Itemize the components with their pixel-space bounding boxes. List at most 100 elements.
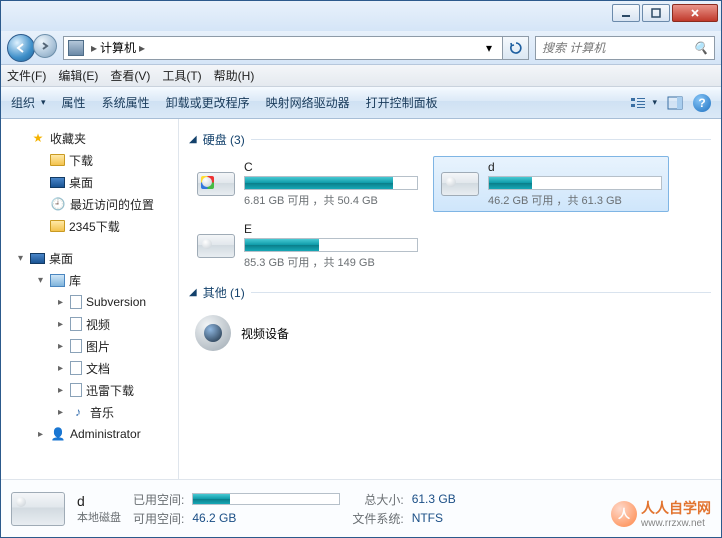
menu-edit[interactable]: 编辑(E) [58, 67, 98, 84]
filesystem-value: NTFS [412, 511, 456, 525]
help-button[interactable]: ? [693, 94, 711, 112]
minimize-button[interactable] [612, 4, 640, 22]
sidebar-item-label: 2345下载 [69, 218, 120, 235]
other-device[interactable]: 视频设备 [189, 309, 409, 357]
close-button[interactable] [672, 4, 718, 22]
menu-view[interactable]: 查看(V) [110, 67, 150, 84]
drive-info: 6.81 GB 可用 ，共 50.4 GB [244, 192, 418, 208]
address-bar[interactable]: ▸ 计算机 ▸ ▾ [63, 36, 503, 60]
sidebar-item[interactable]: ▸文档 [1, 357, 178, 379]
sidebar-item-label: 下载 [69, 152, 93, 169]
drive-label: C [244, 160, 418, 174]
folder-icon [50, 154, 65, 166]
doc-icon [70, 361, 82, 375]
system-properties-button[interactable]: 系统属性 [102, 94, 150, 111]
uninstall-button[interactable]: 卸载或更改程序 [166, 94, 250, 111]
sidebar-item[interactable]: ▸♪音乐 [1, 401, 178, 423]
menu-file[interactable]: 文件(F) [7, 67, 46, 84]
back-button[interactable] [7, 34, 35, 62]
organize-button[interactable]: 组织 [11, 94, 46, 111]
navigation-pane[interactable]: ★收藏夹 下载桌面🕘最近访问的位置2345下载 ▾桌面 ▾库 ▸Subversi… [1, 119, 179, 479]
sidebar-item[interactable]: 🕘最近访问的位置 [1, 193, 178, 215]
forward-button[interactable] [33, 34, 57, 58]
drive-info: 85.3 GB 可用 ，共 149 GB [244, 254, 418, 270]
recent-icon: 🕘 [50, 196, 66, 212]
sidebar-item-label: Subversion [86, 295, 146, 309]
sidebar-item[interactable]: 桌面 [1, 171, 178, 193]
hdd-icon [196, 226, 236, 266]
webcam-icon [195, 315, 231, 351]
maximize-button[interactable] [642, 4, 670, 22]
sidebar-item[interactable]: ▸视频 [1, 313, 178, 335]
user-icon: 👤 [50, 426, 66, 442]
breadcrumb-root[interactable]: 计算机 [100, 39, 136, 56]
free-space-label: 可用空间: [133, 510, 184, 527]
properties-button[interactable]: 属性 [62, 94, 86, 111]
free-space-value: 46.2 GB [192, 511, 340, 525]
doc-icon [70, 383, 82, 397]
drive-item[interactable]: E 85.3 GB 可用 ，共 149 GB [189, 218, 425, 274]
preview-pane-button[interactable] [667, 96, 683, 110]
view-mode-button[interactable] [630, 96, 657, 110]
other-device-label: 视频设备 [241, 325, 289, 342]
filesystem-label: 文件系统: [352, 510, 403, 527]
search-input[interactable]: 搜索 计算机 🔍 [535, 36, 715, 60]
nav-bar: ▸ 计算机 ▸ ▾ 搜索 计算机 🔍 [1, 31, 721, 65]
details-name: d [77, 493, 121, 509]
drive-label: E [244, 222, 418, 236]
sidebar-item[interactable]: 2345下载 [1, 215, 178, 237]
libraries-node[interactable]: ▾库 [1, 269, 178, 291]
group-hdd[interactable]: ◢ 硬盘 (3) [189, 131, 711, 148]
sidebar-item[interactable]: 下载 [1, 149, 178, 171]
administrator-node[interactable]: ▸👤Administrator [1, 423, 178, 445]
used-space-bar [192, 493, 340, 505]
menu-help[interactable]: 帮助(H) [214, 67, 255, 84]
watermark-text: 人人自学网 [641, 500, 711, 516]
computer-icon [68, 40, 84, 56]
group-other[interactable]: ◢ 其他 (1) [189, 284, 711, 301]
map-drive-button[interactable]: 映射网络驱动器 [266, 94, 350, 111]
content-pane[interactable]: ◢ 硬盘 (3) C 6.81 GB 可用 ，共 50.4 GB d46.2 GB … [179, 119, 721, 479]
breadcrumb-sep-icon: ▸ [91, 41, 97, 55]
address-wrap: ▸ 计算机 ▸ ▾ [63, 36, 529, 60]
hdd-icon [196, 164, 236, 204]
sidebar-item-label: 最近访问的位置 [70, 196, 154, 213]
control-panel-button[interactable]: 打开控制面板 [366, 94, 438, 111]
favorites-node[interactable]: ★收藏夹 [1, 127, 178, 149]
refresh-button[interactable] [503, 36, 529, 60]
collapse-icon: ◢ [189, 134, 197, 145]
group-title: 其他 (1) [203, 284, 245, 301]
window-buttons [610, 4, 718, 22]
search-icon: 🔍 [693, 41, 708, 55]
body: ★收藏夹 下载桌面🕘最近访问的位置2345下载 ▾桌面 ▾库 ▸Subversi… [1, 119, 721, 479]
total-size-value: 61.3 GB [412, 492, 456, 506]
details-grid-2: 总大小: 61.3 GB 文件系统: NTFS [352, 491, 455, 527]
watermark-logo-icon: 人 [611, 501, 637, 527]
hdd-icon [440, 164, 480, 204]
menu-tools[interactable]: 工具(T) [162, 67, 201, 84]
sidebar-item-label: 桌面 [69, 174, 93, 191]
drive-list: C 6.81 GB 可用 ，共 50.4 GB d46.2 GB 可用 ，共 61.… [189, 156, 711, 274]
total-size-label: 总大小: [352, 491, 403, 508]
sidebar-item[interactable]: ▸图片 [1, 335, 178, 357]
drive-item[interactable]: d46.2 GB 可用 ，共 61.3 GB [433, 156, 669, 212]
nav-buttons [7, 34, 57, 62]
group-title: 硬盘 (3) [203, 131, 245, 148]
sidebar-item-label: 音乐 [90, 404, 114, 421]
monitor-icon [30, 253, 45, 264]
used-space-label: 已用空间: [133, 491, 184, 508]
title-bar [1, 1, 721, 31]
selected-drive-icon [11, 492, 65, 526]
command-bar: 组织 属性 系统属性 卸载或更改程序 映射网络驱动器 打开控制面板 ? [1, 87, 721, 119]
menu-bar: 文件(F) 编辑(E) 查看(V) 工具(T) 帮助(H) [1, 65, 721, 87]
watermark-url: www.rrzxw.net [641, 518, 711, 529]
monitor-icon [50, 177, 65, 188]
details-type: 本地磁盘 [77, 509, 121, 525]
address-dropdown-icon[interactable]: ▾ [480, 41, 498, 55]
sidebar-item[interactable]: ▸Subversion [1, 291, 178, 313]
details-grid: 已用空间: 可用空间: 46.2 GB [133, 491, 340, 527]
drive-item[interactable]: C 6.81 GB 可用 ，共 50.4 GB [189, 156, 425, 212]
drive-usage-bar [488, 176, 662, 190]
desktop-node[interactable]: ▾桌面 [1, 247, 178, 269]
sidebar-item[interactable]: ▸迅雷下载 [1, 379, 178, 401]
